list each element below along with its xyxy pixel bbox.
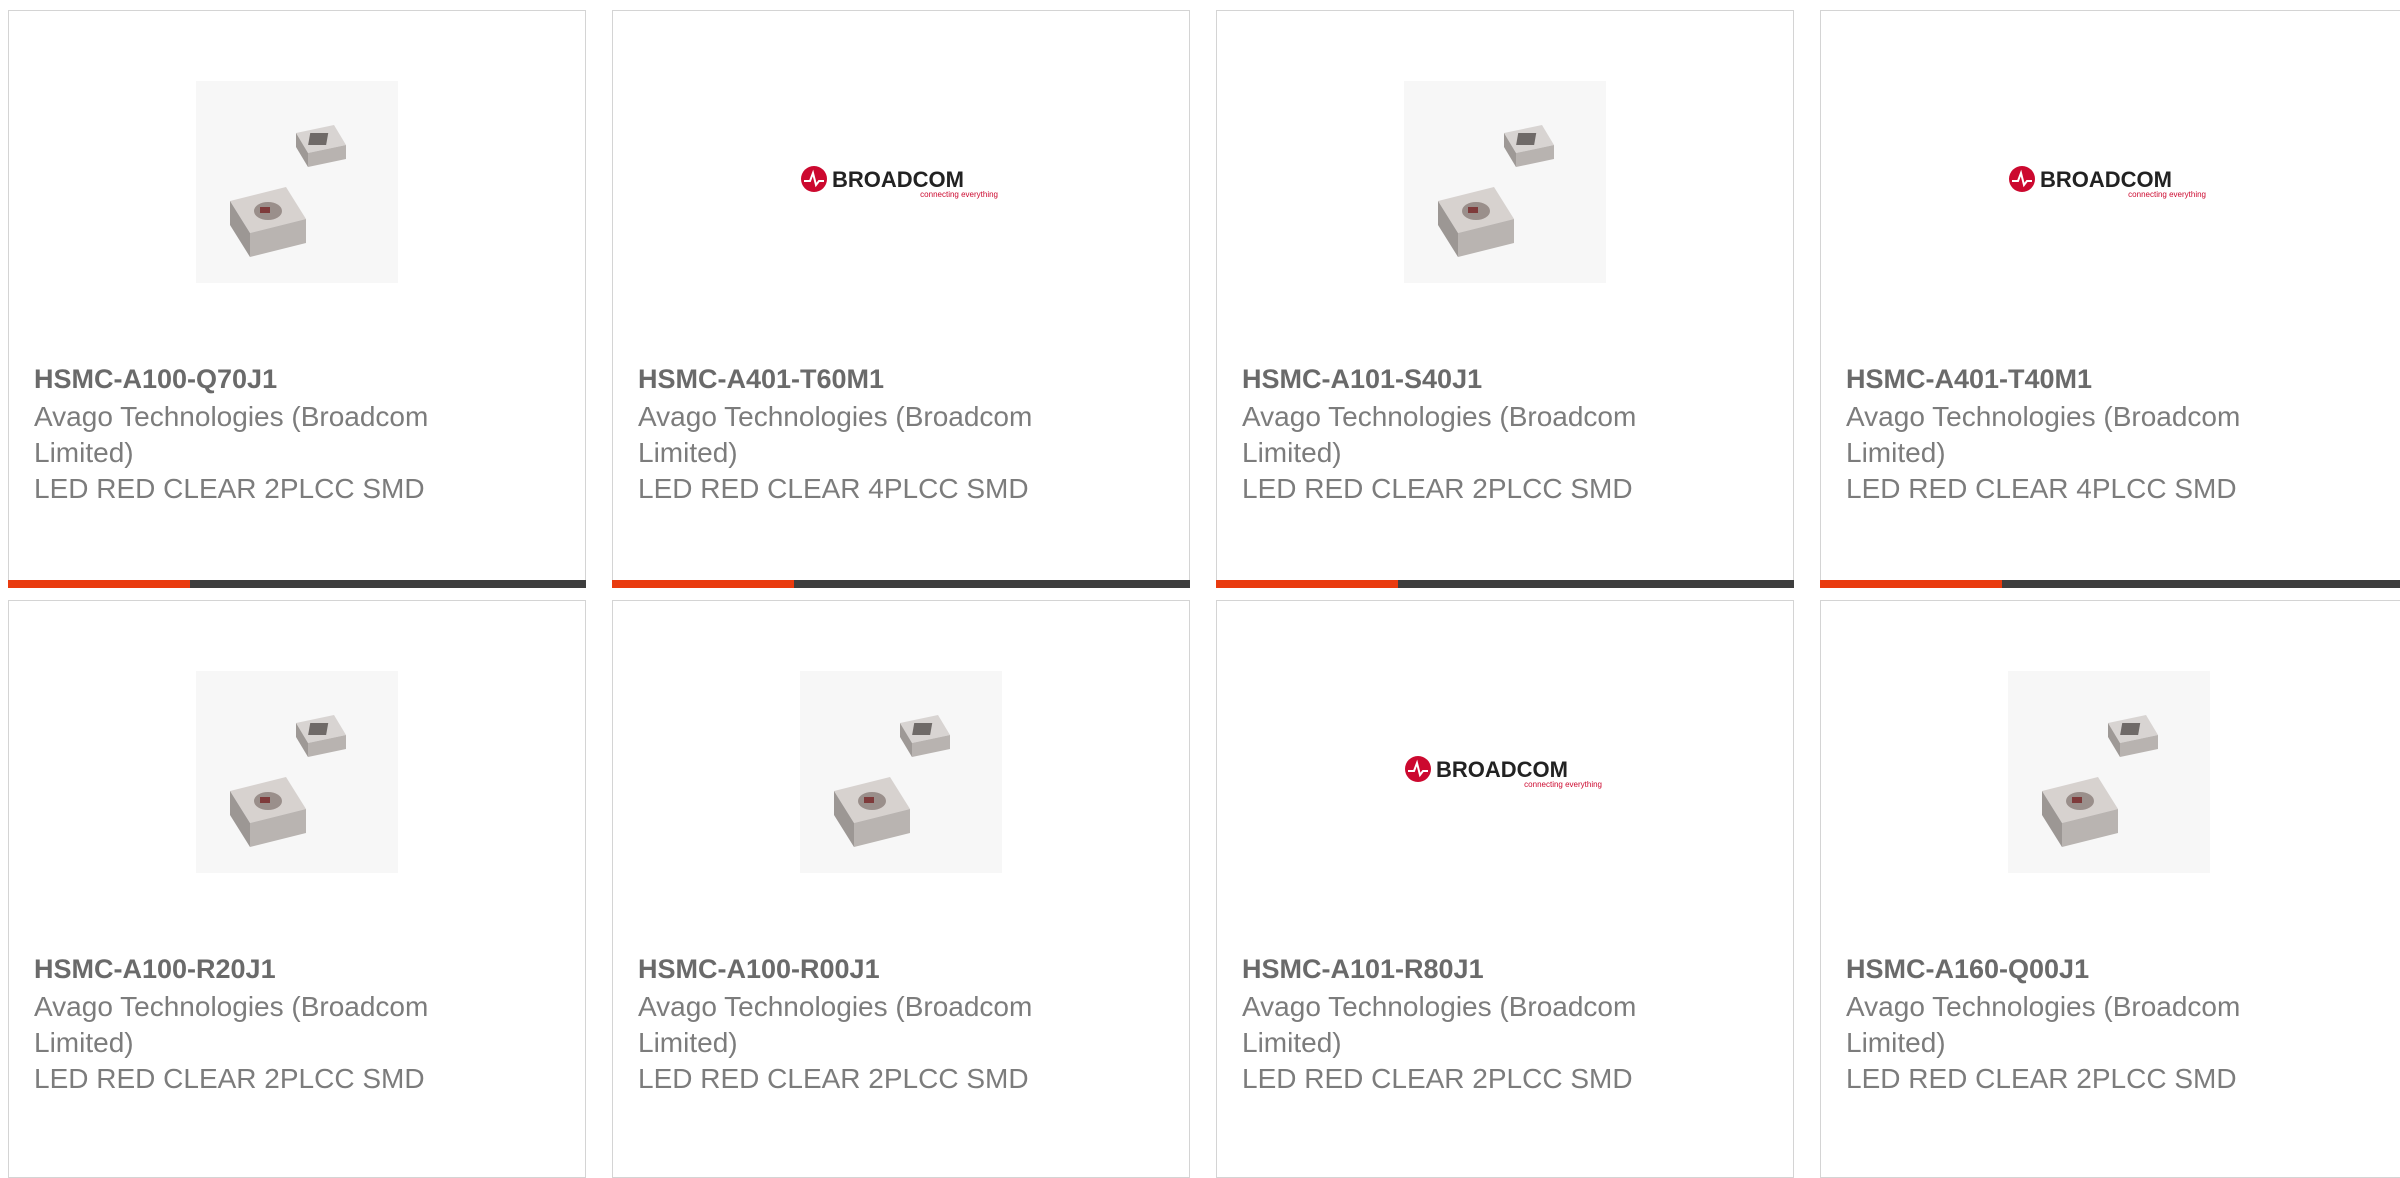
product-card[interactable]: HSMC-A100-Q70J1 Avago Technologies (Broa…	[8, 10, 586, 588]
product-image[interactable]: BROADCOM connecting everything	[1404, 671, 1606, 873]
manufacturer: Avago Technologies (Broadcom Limited)	[1846, 401, 2241, 468]
led-package-image	[196, 81, 398, 283]
broadcom-wordmark: BROADCOM	[832, 167, 964, 192]
broadcom-logo: BROADCOM connecting everything	[1405, 756, 1602, 789]
led-package-image	[2008, 671, 2210, 873]
part-number[interactable]: HSMC-A401-T60M1	[638, 361, 1108, 397]
card-accent-bar	[612, 580, 794, 588]
led-package-image	[1404, 81, 1606, 283]
card-bottom-bar	[612, 580, 1190, 588]
manufacturer: Avago Technologies (Broadcom Limited)	[1242, 401, 1637, 468]
part-number[interactable]: HSMC-A100-R00J1	[638, 951, 1108, 987]
product-info: HSMC-A101-S40J1 Avago Technologies (Broa…	[1242, 361, 1712, 507]
manufacturer: Avago Technologies (Broadcom Limited)	[1242, 991, 1637, 1058]
broadcom-tagline: connecting everything	[2128, 190, 2206, 199]
product-card[interactable]: HSMC-A160-Q00J1 Avago Technologies (Broa…	[1820, 600, 2400, 1178]
card-accent-bar	[1216, 580, 1398, 588]
description: LED RED CLEAR 4PLCC SMD	[638, 473, 1029, 504]
manufacturer: Avago Technologies (Broadcom Limited)	[34, 401, 429, 468]
part-number[interactable]: HSMC-A401-T40M1	[1846, 361, 2316, 397]
description: LED RED CLEAR 2PLCC SMD	[1242, 473, 1633, 504]
product-info: HSMC-A100-Q70J1 Avago Technologies (Broa…	[34, 361, 504, 507]
product-card[interactable]: BROADCOM connecting everything HSMC-A401…	[1820, 10, 2400, 588]
description: LED RED CLEAR 4PLCC SMD	[1846, 473, 2237, 504]
part-number[interactable]: HSMC-A100-R20J1	[34, 951, 504, 987]
product-grid: HSMC-A100-Q70J1 Avago Technologies (Broa…	[0, 0, 2400, 1178]
description: LED RED CLEAR 2PLCC SMD	[34, 1063, 425, 1094]
broadcom-wordmark: BROADCOM	[2040, 167, 2172, 192]
card-bottom-bar	[1216, 580, 1794, 588]
product-image[interactable]	[2008, 671, 2210, 873]
product-card[interactable]: HSMC-A101-S40J1 Avago Technologies (Broa…	[1216, 10, 1794, 588]
product-image[interactable]: BROADCOM connecting everything	[800, 81, 1002, 283]
product-image[interactable]	[196, 81, 398, 283]
card-accent-bar	[1820, 580, 2002, 588]
product-info: HSMC-A401-T40M1 Avago Technologies (Broa…	[1846, 361, 2316, 507]
product-image[interactable]	[800, 671, 1002, 873]
product-info: HSMC-A100-R20J1 Avago Technologies (Broa…	[34, 951, 504, 1097]
broadcom-wordmark: BROADCOM	[1436, 757, 1568, 782]
part-number[interactable]: HSMC-A160-Q00J1	[1846, 951, 2316, 987]
card-accent-bar	[8, 580, 190, 588]
part-number[interactable]: HSMC-A100-Q70J1	[34, 361, 504, 397]
product-card[interactable]: HSMC-A100-R00J1 Avago Technologies (Broa…	[612, 600, 1190, 1178]
card-bottom-bar	[8, 580, 586, 588]
led-package-image	[196, 671, 398, 873]
broadcom-tagline: connecting everything	[920, 190, 998, 199]
product-card[interactable]: HSMC-A100-R20J1 Avago Technologies (Broa…	[8, 600, 586, 1178]
manufacturer: Avago Technologies (Broadcom Limited)	[638, 401, 1033, 468]
product-info: HSMC-A100-R00J1 Avago Technologies (Broa…	[638, 951, 1108, 1097]
description: LED RED CLEAR 2PLCC SMD	[34, 473, 425, 504]
broadcom-logo: BROADCOM connecting everything	[801, 166, 998, 199]
manufacturer: Avago Technologies (Broadcom Limited)	[638, 991, 1033, 1058]
part-number[interactable]: HSMC-A101-S40J1	[1242, 361, 1712, 397]
product-image[interactable]	[196, 671, 398, 873]
product-card[interactable]: BROADCOM connecting everything HSMC-A101…	[1216, 600, 1794, 1178]
card-bottom-bar	[1820, 580, 2400, 588]
product-info: HSMC-A401-T60M1 Avago Technologies (Broa…	[638, 361, 1108, 507]
broadcom-tagline: connecting everything	[1524, 780, 1602, 789]
product-info: HSMC-A160-Q00J1 Avago Technologies (Broa…	[1846, 951, 2316, 1097]
description: LED RED CLEAR 2PLCC SMD	[638, 1063, 1029, 1094]
product-image[interactable]: BROADCOM connecting everything	[2008, 81, 2210, 283]
part-number[interactable]: HSMC-A101-R80J1	[1242, 951, 1712, 987]
product-image[interactable]	[1404, 81, 1606, 283]
product-info: HSMC-A101-R80J1 Avago Technologies (Broa…	[1242, 951, 1712, 1097]
description: LED RED CLEAR 2PLCC SMD	[1846, 1063, 2237, 1094]
product-card[interactable]: BROADCOM connecting everything HSMC-A401…	[612, 10, 1190, 588]
broadcom-logo: BROADCOM connecting everything	[2009, 166, 2206, 199]
manufacturer: Avago Technologies (Broadcom Limited)	[34, 991, 429, 1058]
led-package-image	[800, 671, 1002, 873]
description: LED RED CLEAR 2PLCC SMD	[1242, 1063, 1633, 1094]
manufacturer: Avago Technologies (Broadcom Limited)	[1846, 991, 2241, 1058]
